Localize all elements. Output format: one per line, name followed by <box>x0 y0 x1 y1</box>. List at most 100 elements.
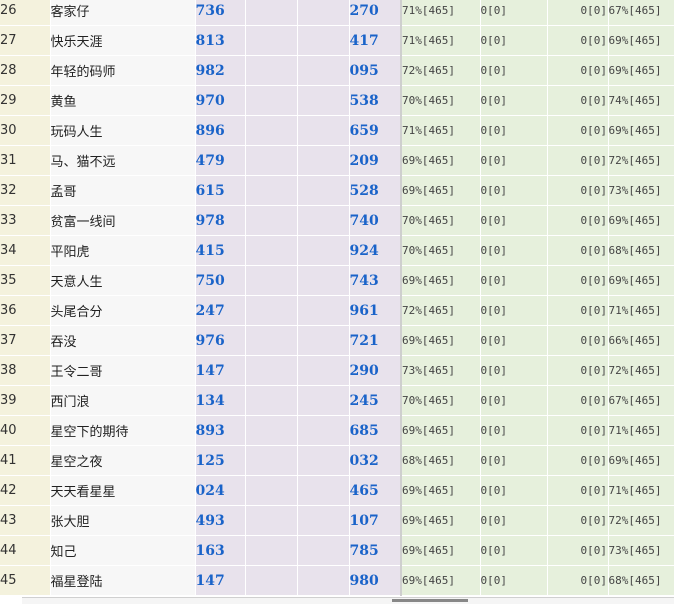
table-row: 30 玩码人生 896 659 71%[465] 0[0] 0[0] 69%[465] <box>0 115 674 146</box>
number-cell-2: 740 <box>349 205 402 236</box>
percent-cell-1: 69%[465] <box>400 505 481 536</box>
name-cell: 王令二哥 <box>50 355 196 386</box>
empty-cell <box>245 415 298 446</box>
number-cell-2: 209 <box>349 145 402 176</box>
name-cell: 孟哥 <box>50 175 196 206</box>
rank-cell: 41 <box>0 445 51 476</box>
number-cell-1: 736 <box>195 0 246 26</box>
empty-cell <box>297 0 350 26</box>
empty-cell <box>245 115 298 146</box>
number-cell-2: 417 <box>349 25 402 56</box>
empty-cell <box>297 325 350 356</box>
table-row: 43 张大胆 493 107 69%[465] 0[0] 0[0] 72%[465] <box>0 505 674 536</box>
empty-cell <box>297 85 350 116</box>
zero-cell-2: 0[0] <box>547 445 609 476</box>
percent-cell-1: 69%[465] <box>400 565 481 596</box>
rank-cell: 40 <box>0 415 51 446</box>
table-row: 45 福星登陆 147 980 69%[465] 0[0] 0[0] 68%[465] <box>0 565 674 596</box>
percent-cell-1: 69%[465] <box>400 175 481 206</box>
rank-cell: 36 <box>0 295 51 326</box>
rank-cell: 38 <box>0 355 51 386</box>
percent-cell-2: 68%[465] <box>608 235 674 266</box>
number-cell-1: 024 <box>195 475 246 506</box>
table-row: 39 西门浪 134 245 70%[465] 0[0] 0[0] 67%[465] <box>0 385 674 416</box>
zero-cell-1: 0[0] <box>480 385 548 416</box>
zero-cell-2: 0[0] <box>547 0 609 26</box>
rank-cell: 31 <box>0 145 51 176</box>
table-row: 40 星空下的期待 893 685 69%[465] 0[0] 0[0] 71%[465] <box>0 415 674 446</box>
zero-cell-2: 0[0] <box>547 355 609 386</box>
empty-cell <box>297 235 350 266</box>
number-cell-1: 147 <box>195 355 246 386</box>
number-cell-1: 134 <box>195 385 246 416</box>
empty-cell <box>297 385 350 416</box>
percent-cell-1: 69%[465] <box>400 415 481 446</box>
zero-cell-2: 0[0] <box>547 205 609 236</box>
empty-cell <box>245 85 298 116</box>
percent-cell-1: 70%[465] <box>400 385 481 416</box>
zero-cell-1: 0[0] <box>480 355 548 386</box>
zero-cell-2: 0[0] <box>547 175 609 206</box>
empty-cell <box>245 25 298 56</box>
rank-cell: 35 <box>0 265 51 296</box>
zero-cell-1: 0[0] <box>480 505 548 536</box>
zero-cell-1: 0[0] <box>480 475 548 506</box>
name-cell: 年轻的码师 <box>50 55 196 86</box>
table-row: 44 知己 163 785 69%[465] 0[0] 0[0] 73%[465] <box>0 535 674 566</box>
table-row: 35 天意人生 750 743 69%[465] 0[0] 0[0] 69%[465] <box>0 265 674 296</box>
name-cell: 客家仔 <box>50 0 196 26</box>
name-cell: 马、猫不远 <box>50 145 196 176</box>
percent-cell-2: 72%[465] <box>608 145 674 176</box>
percent-cell-2: 69%[465] <box>608 265 674 296</box>
number-cell-1: 493 <box>195 505 246 536</box>
name-cell: 知己 <box>50 535 196 566</box>
percent-cell-1: 68%[465] <box>400 445 481 476</box>
table-row: 37 吞没 976 721 69%[465] 0[0] 0[0] 66%[465] <box>0 325 674 356</box>
percent-cell-2: 69%[465] <box>608 445 674 476</box>
percent-cell-2: 73%[465] <box>608 175 674 206</box>
empty-cell <box>297 535 350 566</box>
zero-cell-1: 0[0] <box>480 535 548 566</box>
empty-cell <box>245 355 298 386</box>
number-cell-2: 528 <box>349 175 402 206</box>
zero-cell-2: 0[0] <box>547 235 609 266</box>
rank-cell: 29 <box>0 85 51 116</box>
empty-cell <box>297 175 350 206</box>
zero-cell-1: 0[0] <box>480 25 548 56</box>
horizontal-scrollbar-thumb[interactable] <box>392 599 468 602</box>
table-row: 27 快乐天涯 813 417 71%[465] 0[0] 0[0] 69%[465] <box>0 25 674 56</box>
zero-cell-1: 0[0] <box>480 0 548 26</box>
percent-cell-2: 68%[465] <box>608 565 674 596</box>
zero-cell-2: 0[0] <box>547 265 609 296</box>
percent-cell-2: 74%[465] <box>608 85 674 116</box>
rank-cell: 43 <box>0 505 51 536</box>
percent-cell-1: 73%[465] <box>400 355 481 386</box>
percent-cell-1: 72%[465] <box>400 295 481 326</box>
zero-cell-2: 0[0] <box>547 115 609 146</box>
number-cell-2: 032 <box>349 445 402 476</box>
number-cell-1: 750 <box>195 265 246 296</box>
empty-cell <box>245 535 298 566</box>
percent-cell-1: 71%[465] <box>400 115 481 146</box>
empty-cell <box>245 55 298 86</box>
number-cell-2: 961 <box>349 295 402 326</box>
empty-cell <box>245 205 298 236</box>
zero-cell-2: 0[0] <box>547 325 609 356</box>
name-cell: 快乐天涯 <box>50 25 196 56</box>
empty-cell <box>245 565 298 596</box>
rank-cell: 28 <box>0 55 51 86</box>
number-cell-1: 976 <box>195 325 246 356</box>
table-row: 31 马、猫不远 479 209 69%[465] 0[0] 0[0] 72%[465] <box>0 145 674 176</box>
number-cell-1: 415 <box>195 235 246 266</box>
empty-cell <box>297 355 350 386</box>
percent-cell-2: 72%[465] <box>608 355 674 386</box>
percent-cell-1: 69%[465] <box>400 535 481 566</box>
empty-cell <box>297 55 350 86</box>
number-cell-2: 270 <box>349 0 402 26</box>
number-cell-2: 980 <box>349 565 402 596</box>
percent-cell-1: 72%[465] <box>400 55 481 86</box>
table-row: 34 平阳虎 415 924 70%[465] 0[0] 0[0] 68%[465] <box>0 235 674 266</box>
empty-cell <box>297 265 350 296</box>
number-cell-2: 924 <box>349 235 402 266</box>
zero-cell-1: 0[0] <box>480 205 548 236</box>
